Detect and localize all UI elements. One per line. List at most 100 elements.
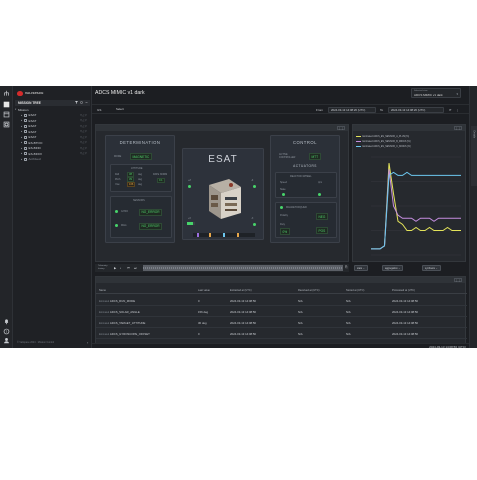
stats-button[interactable]: stats ⌄ (354, 265, 368, 271)
timeline-bar: Telemetry history ▶ • ⏮ ⏭ ⎘ (95, 264, 349, 272)
column-header-received[interactable]: Received at (UTC) (298, 289, 319, 292)
tree-item-actions-icon[interactable]: ▽△▽ (80, 152, 87, 155)
more-options-icon[interactable]: ⋮ (456, 108, 459, 112)
view-select[interactable]: Selected view ADCS MIMIC v1 dark ▾ (411, 88, 461, 98)
cell-parameter: ADCS_TARGET_ATTITUDE (109, 320, 146, 325)
widget-header: ⋮⋮ (96, 277, 465, 283)
settings-icon[interactable] (3, 121, 10, 128)
item-checkbox[interactable] (24, 135, 27, 139)
item-checkbox[interactable] (24, 130, 27, 134)
synthesis-button[interactable]: synthesis ⌄ (422, 265, 441, 271)
tree-item-label: ESAT (28, 135, 37, 140)
cell-name: Estimated ADCS_SOLAR_ANGLE (99, 310, 140, 314)
column-header-stored[interactable]: Stored at (UTC) (346, 289, 364, 292)
item-checkbox[interactable] (24, 124, 27, 128)
legend-item[interactable]: Estimated ADCS_ES_SENSOR_C_MINUS [%] (356, 144, 411, 149)
timeline-label: Telemetry history (98, 265, 108, 270)
item-checkbox[interactable] (24, 113, 27, 117)
widget-menu-button[interactable]: ⋮⋮ (454, 278, 462, 282)
controller-value: MTT (309, 153, 321, 160)
plus-x-label: +X (188, 217, 191, 220)
magnetorquer-led (280, 206, 283, 209)
reaction-wheel-box: REACTION WHEEL Speed rpm State (275, 172, 337, 198)
attitude-title: ATTITUDE (131, 167, 143, 170)
tree-item-actions-icon[interactable]: ▽△▽ (80, 130, 87, 133)
dashboard-icon[interactable] (3, 101, 10, 108)
cell-prefix: Estimated (99, 311, 110, 314)
tree-item-actions-icon[interactable]: ▽△▽ (80, 114, 87, 117)
column-header-name[interactable]: Name (99, 289, 106, 292)
table-row[interactable]: Estimated ADCS_TARGET_ATTITUDE 30 deg 2024… (96, 317, 467, 328)
actuators-title: ACTUATORS (293, 164, 317, 168)
tree-item-actions-icon[interactable]: ▽△▽ (80, 147, 87, 150)
cell-extracted: 2024-03-13 14:08:56 (230, 309, 256, 314)
gs-select[interactable]: Select (114, 107, 136, 113)
item-checkbox[interactable] (24, 141, 27, 145)
refresh-icon[interactable] (80, 101, 83, 104)
item-checkbox[interactable] (24, 152, 27, 156)
tree-item-label: ES-BFID (28, 146, 41, 151)
cell-name: Estimated ADCS_GYROSCOPE_OFFSET (99, 332, 150, 336)
line-chart[interactable] (367, 155, 463, 259)
minus-z-led (253, 185, 256, 188)
to-date-field[interactable]: 2024-03-13 14:08:26 (UTC) (388, 107, 444, 113)
column-header-last-value[interactable]: Last value (198, 289, 210, 292)
refresh-button[interactable]: ⟳ (449, 108, 452, 112)
wheel-state-label: State (280, 188, 286, 191)
step-back-icon[interactable]: ⏮ (127, 266, 130, 270)
plus-z-label: +Z (188, 179, 191, 182)
item-checkbox[interactable] (24, 119, 27, 123)
column-header-processed[interactable]: Processed at (UTC) (392, 289, 415, 292)
aggregation-button[interactable]: aggregation ⌄ (382, 265, 404, 271)
mission-tree-list: ▾ Mission ▸ ESAT ▽△▽ ▸ ESAT ▽△▽ ▸ ESAT ▽△▽ ▸ ESAT ▽… (15, 107, 90, 162)
column-header-extracted[interactable]: Extracted at (UTC) (230, 289, 252, 292)
step-forward-icon[interactable]: ⏭ (134, 266, 137, 270)
user-icon[interactable] (3, 337, 10, 344)
duty-label: Duty (280, 223, 285, 226)
cell-last-value: 30 deg (198, 320, 207, 325)
tree-icon[interactable] (3, 90, 10, 97)
to-label: To (380, 107, 384, 112)
export-icon[interactable]: ⎘ (345, 265, 348, 269)
tree-item-label: Archived (28, 157, 41, 162)
cell-processed: 2024-03-13 14:08:56 (392, 320, 418, 325)
widget-menu-button[interactable]: ⋮⋮ (454, 126, 462, 130)
item-checkbox[interactable] (24, 146, 27, 150)
gyro-value: NO_ERROR (139, 208, 163, 216)
tree-item-archived[interactable]: ▸ Archived (15, 157, 90, 163)
cell-parameter: ADCS_GYROSCOPE_OFFSET (109, 331, 150, 336)
details-tab[interactable]: Details (471, 126, 477, 186)
table-row[interactable]: Estimated ADCS_GYROSCOPE_OFFSET 0 2024-03-… (96, 328, 467, 339)
wheel-speed-led (318, 193, 321, 196)
filter-bar: GS Select From 2024-03-13 14:08:26 (UTC)… (92, 104, 469, 114)
widget-header: ⋮⋮ (96, 125, 348, 131)
filter-icon[interactable] (75, 101, 78, 104)
collapse-sidebar-icon[interactable]: ‹ (87, 340, 88, 345)
collapse-all-icon[interactable] (85, 101, 88, 104)
tree-item-actions-icon[interactable]: ▽△▽ (80, 119, 87, 122)
dot-icon[interactable]: • (120, 266, 121, 270)
table-row[interactable]: Estimated ADCS_RUN_MODE 0 2024-03-13 14:08… (96, 295, 467, 306)
tree-item-actions-icon[interactable]: ▽△▽ (80, 141, 87, 144)
chart-controls: stats ⌄ aggregation ⌄ synthesis ⌄ (352, 264, 466, 272)
help-icon[interactable]: ? (3, 328, 10, 335)
tree-item-actions-icon[interactable]: ▽△▽ (80, 136, 87, 139)
tree-item-actions-icon[interactable]: ▽△▽ (80, 125, 87, 128)
legend-label: Estimated ADCS_ES_SENSOR_B_MINUS [%] (362, 140, 411, 143)
panel-icon[interactable] (3, 111, 10, 118)
tree-item-label: ESAT (28, 113, 37, 118)
cell-extracted: 2024-03-13 14:08:56 (230, 320, 256, 325)
cell-parameter: ADCS_RUN_MODE (109, 298, 136, 303)
timeline-track[interactable] (143, 265, 343, 271)
from-date-field[interactable]: 2024-03-13 14:08:26 (UTC) (328, 107, 376, 113)
table-row[interactable]: Estimated ADCS_SOLAR_ANGLE 156 deg 2024-03… (96, 306, 467, 317)
cell-stored: N/A (346, 309, 351, 314)
rate-label: RATE NORM (153, 173, 168, 176)
cell-last-value: 0 (198, 298, 200, 303)
attitude-box: ATTITUDE Roll 38 deg Pitch 39 deg Yaw 16… (110, 164, 172, 192)
play-icon[interactable]: ▶ (114, 266, 116, 270)
bell-icon[interactable] (3, 318, 10, 325)
mimic-widget: ⋮⋮ DETERMINATION MODE MAGNETIC ATTITUDE … (95, 124, 349, 262)
archive-checkbox[interactable] (24, 157, 27, 161)
widget-menu-button[interactable]: ⋮⋮ (337, 126, 345, 130)
